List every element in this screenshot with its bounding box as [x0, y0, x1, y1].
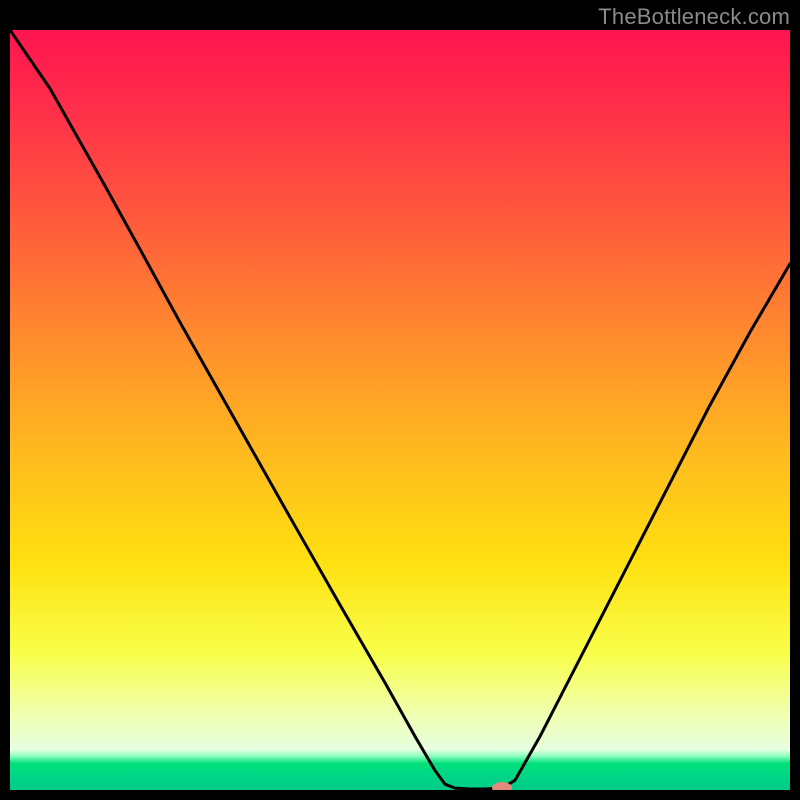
chart-frame [0, 0, 10, 800]
bottleneck-chart: TheBottleneck.com [0, 0, 800, 800]
plot-background [10, 30, 790, 790]
watermark-text: TheBottleneck.com [598, 4, 790, 30]
chart-frame [790, 0, 800, 800]
chart-frame [0, 790, 800, 800]
chart-canvas [0, 0, 800, 800]
